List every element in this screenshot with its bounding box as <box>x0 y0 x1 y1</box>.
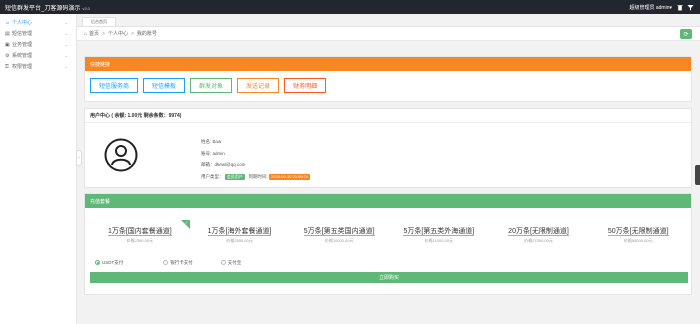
quick-links-panel: 快捷链接 短信服务商 短信模板 群发对象 发送记录 财务明细 <box>84 56 692 102</box>
sms-provider-button[interactable]: 短信服务商 <box>90 78 139 93</box>
trash-icon[interactable] <box>676 4 683 11</box>
package-name: 1万条[国内套餐通道] <box>107 228 172 236</box>
app-title-text: 短信群发平台_刀客源码演示 <box>5 5 81 12</box>
package-name: 1万条[海外套餐通道] <box>207 228 272 236</box>
name-label: 姓名: <box>201 139 212 144</box>
email-value: dkewl@qq.com <box>214 162 246 167</box>
chevron-left-icon: ‹ <box>78 155 80 161</box>
breadcrumb: ⌂ 首页 > 个人中心 > 我的账号 ⟳ <box>77 27 700 41</box>
breadcrumb-home[interactable]: 首页 <box>89 30 99 37</box>
payment-option-usdt[interactable]: USDT支付 <box>95 260 123 266</box>
message-icon: ▤ <box>5 30 10 37</box>
breadcrumb-separator: > <box>102 30 105 37</box>
breadcrumb-separator: > <box>130 30 134 37</box>
tab-strip: 后台首页 <box>77 14 700 27</box>
user-center-header: 用户中心 ( 余额: 1.00元 剩余条数：9974) <box>85 109 691 123</box>
user-info: 姓名: Bow 账号: admin 邮箱：dkewl@qq.com 用户类型： … <box>201 136 311 182</box>
payment-option-bank[interactable]: 银行卡支付 <box>163 260 193 266</box>
sidebar-item-label: 业务管理 <box>12 42 33 48</box>
chevron-down-icon: ⌄ <box>64 42 68 47</box>
package-card[interactable]: 50万条[无限制通道] 价格55000.00元 <box>588 222 688 250</box>
sms-template-button[interactable]: 短信模板 <box>143 78 186 93</box>
sidebar-collapse-toggle[interactable]: ‹ <box>76 150 82 166</box>
package-name: 20万条[无限制通道] <box>508 228 569 236</box>
refresh-icon: ⟳ <box>683 31 689 38</box>
tab-home[interactable]: 后台首页 <box>82 17 116 26</box>
sidebar-item-business[interactable]: ▣ 业务管理 ⌄ <box>0 39 76 50</box>
package-price: 价格2550.00元 <box>226 238 253 243</box>
chevron-down-icon: ⌄ <box>64 20 68 25</box>
chevron-down-icon: ▾ <box>669 4 672 11</box>
email-label: 邮箱： <box>201 162 215 167</box>
name-value: Bow <box>212 139 222 144</box>
packages-header: 充值套餐 <box>85 194 691 208</box>
user-type-badge: 会员用户 <box>224 173 245 180</box>
radio-icon <box>163 260 169 266</box>
package-card[interactable]: 5万条[第五类外海通道] 价格11000.00元 <box>389 222 489 250</box>
payment-option-alipay[interactable]: 支付宝 <box>220 260 242 266</box>
chevron-down-icon: ⌄ <box>64 31 68 36</box>
package-price: 价格2350.00元 <box>126 238 154 243</box>
sidebar-item-label: 权限管理 <box>12 64 33 70</box>
buy-now-button[interactable]: 立即购买 <box>90 272 688 283</box>
quick-links-header: 快捷链接 <box>85 57 691 71</box>
user-icon: ☺ <box>5 19 11 26</box>
package-name: 5万条[第五类国内通道] <box>303 228 375 236</box>
top-bar: 短信群发平台_刀客源码演示 v3.0 超级管理员 admin▾ <box>0 0 700 14</box>
chevron-down-icon: ⌄ <box>64 64 68 69</box>
account-label: 账号: <box>201 150 212 156</box>
package-price: 价格55000.00元 <box>623 238 653 243</box>
sidebar-item-label: 个人中心 <box>12 20 33 26</box>
package-name: 50万条[无限制通道] <box>607 228 669 236</box>
package-card[interactable]: 20万条[无限制通道] 价格27000.00元 <box>489 222 589 250</box>
recharge-packages-panel: 充值套餐 ✓ 1万条[国内套餐通道] 价格2350.00元 1万条[海外套餐通道… <box>84 193 692 295</box>
package-price: 价格27000.00元 <box>524 238 553 243</box>
sidebar-item-sms[interactable]: ▤ 短信管理 ⌄ <box>0 28 76 39</box>
package-card[interactable]: 5万条[第五类国内通道] 价格10000.00元 <box>289 222 389 250</box>
avatar <box>104 138 138 172</box>
sidebar-item-label: 系统管理 <box>12 53 33 59</box>
lock-icon: ⚿ <box>5 63 9 70</box>
user-menu-label: 超级管理员 admin <box>629 4 670 11</box>
business-icon: ▣ <box>5 41 10 48</box>
tab-label: 后台首页 <box>91 19 107 24</box>
expiry-label: 到期时间: <box>248 173 268 179</box>
sidebar-item-label: 短信管理 <box>12 31 33 37</box>
mass-target-button[interactable]: 群发对象 <box>190 78 233 93</box>
account-value: admin <box>212 150 225 156</box>
payment-label: USDT支付 <box>102 260 124 265</box>
send-records-button[interactable]: 发送记录 <box>237 78 280 93</box>
app-title: 短信群发平台_刀客源码演示 v3.0 <box>0 3 90 12</box>
user-avatar-icon <box>104 138 138 172</box>
side-handle[interactable] <box>695 165 700 185</box>
payment-methods: USDT支付 银行卡支付 支付宝 <box>95 260 241 266</box>
sidebar-item-profile[interactable]: ☺ 个人中心 ⌄ <box>0 17 76 28</box>
sidebar: ☺ 个人中心 ⌄ ▤ 短信管理 ⌄ ▣ 业务管理 ⌄ ⚙ 系统管理 ⌄ ⚿ 权限管理 ⌄ <box>0 14 77 324</box>
breadcrumb-level1[interactable]: 个人中心 <box>108 30 128 37</box>
user-type-label: 用户类型： <box>201 173 224 179</box>
user-center-panel: 用户中心 ( 余额: 1.00元 剩余条数：9974) 姓名: Bow 账号: … <box>84 108 692 188</box>
package-card[interactable]: ✓ 1万条[国内套餐通道] 价格2350.00元 <box>90 220 190 250</box>
package-card[interactable]: 1万条[海外套餐通道] 价格2550.00元 <box>190 222 290 250</box>
package-price: 价格10000.00元 <box>324 238 354 243</box>
home-icon: ⌂ <box>84 30 88 37</box>
chevron-down-icon: ⌄ <box>64 53 68 58</box>
breadcrumb-current: 我的账号 <box>136 31 157 37</box>
sidebar-item-system[interactable]: ⚙ 系统管理 ⌄ <box>0 50 76 61</box>
radio-icon <box>95 260 100 266</box>
radio-icon <box>220 260 226 266</box>
refresh-button[interactable]: ⟳ <box>680 29 692 39</box>
package-price: 价格11000.00元 <box>424 238 454 243</box>
payment-label: 银行卡支付 <box>170 260 193 265</box>
finance-details-button[interactable]: 财务明细 <box>284 78 327 93</box>
package-name: 5万条[第五类外海通道] <box>403 228 475 236</box>
filter-icon[interactable] <box>687 4 694 11</box>
sidebar-item-permission[interactable]: ⚿ 权限管理 ⌄ <box>0 61 76 72</box>
gear-icon: ⚙ <box>5 52 10 59</box>
user-menu[interactable]: 超级管理员 admin▾ <box>629 4 672 11</box>
app-version: v3.0 <box>82 5 90 11</box>
expiry-badge: 2026-06-30 21:09:24 <box>269 173 311 180</box>
payment-label: 支付宝 <box>227 260 242 265</box>
